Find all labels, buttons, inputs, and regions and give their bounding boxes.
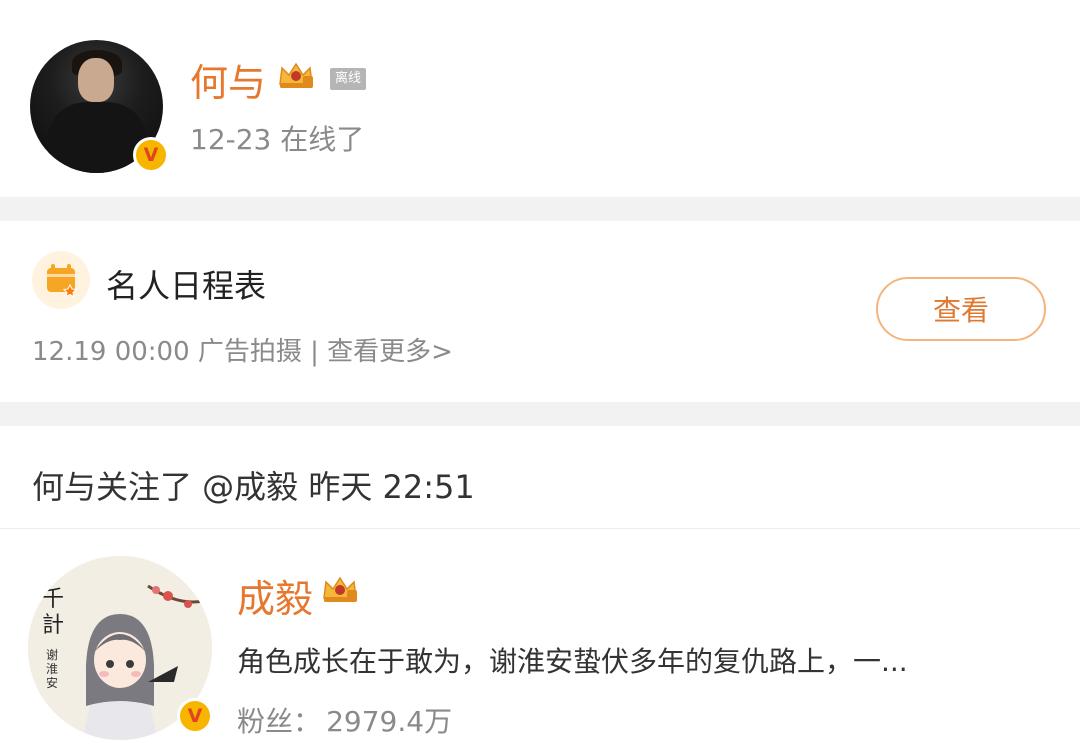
schedule-title: 名人日程表 [106, 267, 267, 305]
followed-user-fans: 粉丝： 2979.4万 [237, 700, 452, 740]
verified-badge-icon: V [133, 137, 169, 173]
divider [0, 528, 1080, 529]
follow-activity-text[interactable]: 何与关注了 @成毅 昨天 22:51 [32, 462, 475, 508]
schedule-card[interactable]: 名人日程表 12.19 00:00 广告拍摄 | 查看更多> 查看 [0, 221, 1080, 402]
verified-badge-icon: V [177, 698, 213, 734]
followed-user-name[interactable]: 成毅 [237, 568, 313, 623]
profile-name[interactable]: 何与 [190, 52, 266, 107]
avatar-caption: 谢淮安 [46, 648, 59, 690]
last-online-text: 12-23 在线了 [190, 123, 365, 156]
view-schedule-button[interactable]: 查看 [876, 277, 1046, 341]
section-divider [0, 402, 1080, 426]
fans-label: 粉丝： [237, 705, 322, 738]
fans-count: 2979.4万 [326, 705, 453, 738]
calendar-icon [32, 251, 90, 309]
section-divider [0, 197, 1080, 221]
followed-user-bio: 角色成长在于敢为，谢淮安蛰伏多年的复仇路上，一... [237, 645, 908, 678]
svg-text:計: 計 [42, 613, 64, 638]
profile-header: V 何与 离线 12-23 在线了 [0, 0, 1080, 197]
schedule-meta[interactable]: 12.19 00:00 广告拍摄 | 查看更多> [32, 331, 453, 368]
membership-crown-icon [279, 62, 313, 88]
status-badge: 离线 [330, 68, 367, 90]
membership-crown-icon [323, 576, 357, 602]
